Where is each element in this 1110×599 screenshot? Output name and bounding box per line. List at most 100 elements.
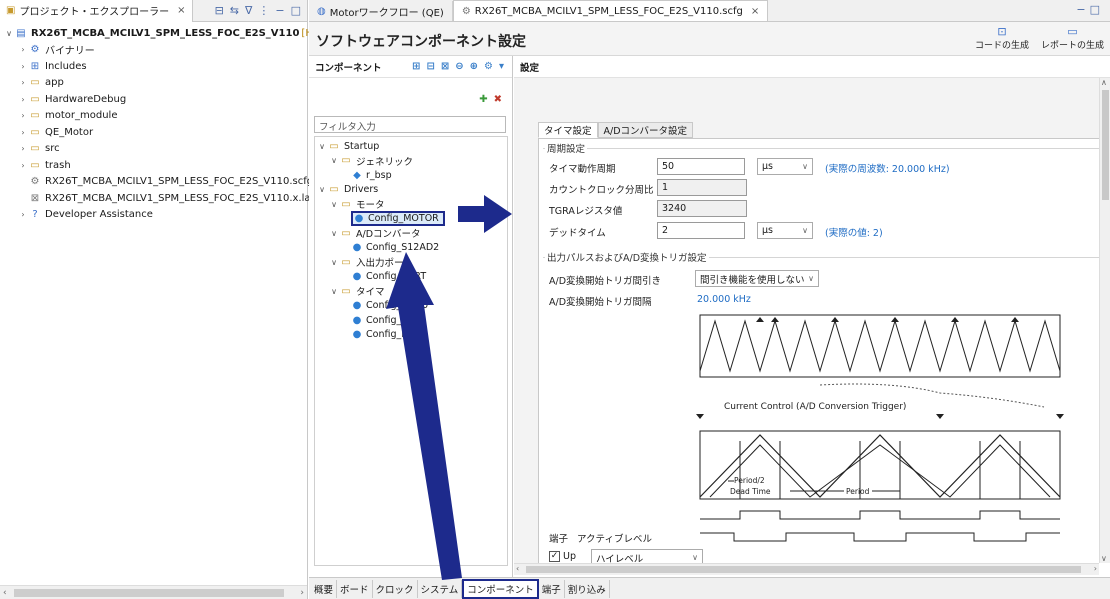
- pin-name: Up: [563, 551, 576, 562]
- scroll-right-icon[interactable]: ›: [1094, 564, 1097, 573]
- bottom-tab[interactable]: 端子: [539, 579, 565, 598]
- component-tree-item[interactable]: ∨ ▭ ジェネリック: [315, 154, 507, 169]
- dead-time-unit-select[interactable]: μs ∨: [757, 222, 813, 239]
- selected-component[interactable]: ● Config_MOTOR: [351, 211, 445, 227]
- component-tree-item[interactable]: ∨ ▭ 入出力ポート: [315, 255, 507, 270]
- component-tree-item[interactable]: ● Config_MTU0: [315, 299, 507, 314]
- maximize-icon[interactable]: □: [1090, 3, 1104, 16]
- collapse-all-icon[interactable]: ⊟: [215, 4, 224, 17]
- twisty-icon[interactable]: ›: [18, 95, 28, 104]
- scroll-thumb[interactable]: [14, 589, 284, 597]
- view-menu-icon[interactable]: ⋮: [258, 4, 269, 17]
- settings-vscrollbar[interactable]: ∧ ∨: [1099, 78, 1110, 563]
- settings-icon[interactable]: ⚙: [484, 61, 493, 72]
- explorer-item[interactable]: › ▭ app: [0, 75, 307, 92]
- folder-icon: ▭: [341, 155, 351, 167]
- scroll-thumb[interactable]: [1102, 90, 1109, 200]
- component-tree-item[interactable]: ∨ ▭ タイマ: [315, 284, 507, 299]
- scroll-right-icon[interactable]: ›: [300, 588, 304, 598]
- bottom-tab[interactable]: システム: [418, 579, 463, 598]
- explorer-item[interactable]: ∨ ▤ RX26T_MCBA_MCILV1_SPM_LESS_FOC_E2S_V11…: [0, 25, 357, 42]
- twisty-icon[interactable]: ›: [18, 128, 28, 137]
- collapse-icon[interactable]: ⊖: [455, 61, 463, 72]
- explorer-item[interactable]: › ⚙ バイナリー: [0, 42, 307, 59]
- maximize-icon[interactable]: □: [291, 4, 301, 17]
- explorer-item[interactable]: ⊠ RX26T_MCBA_MCILV1_SPM_LESS_FOC_E2S_V110…: [0, 190, 335, 207]
- add-component-icon[interactable]: ⊞: [412, 61, 420, 72]
- twisty-icon[interactable]: ›: [18, 144, 28, 153]
- tab-scfg[interactable]: ⚙ RX26T_MCBA_MCILV1_SPM_LESS_FOC_E2S_V11…: [452, 0, 769, 21]
- explorer-item[interactable]: ⚙ RX26T_MCBA_MCILV1_SPM_LESS_FOC_E2S_V110…: [0, 174, 314, 191]
- twisty-icon[interactable]: ∨: [4, 29, 14, 38]
- component-tree-item[interactable]: ∨ ▭ Startup: [315, 139, 507, 154]
- pin-checkbox[interactable]: ✓: [549, 551, 560, 562]
- component-tree-label: Config_MOTOR: [368, 213, 439, 225]
- close-icon[interactable]: ×: [751, 6, 759, 17]
- tab-project-explorer[interactable]: ▣ プロジェクト・エクスプローラー ×: [0, 0, 193, 22]
- bottom-tab[interactable]: ボード: [337, 579, 373, 598]
- close-icon[interactable]: ×: [177, 5, 185, 16]
- tab-motor-workflow[interactable]: ◍ Motorワークフロー (QE): [309, 1, 453, 21]
- component-tree-item[interactable]: ● Config_PORT: [315, 270, 507, 285]
- twisty-icon[interactable]: ›: [18, 62, 28, 71]
- twisty-icon[interactable]: ∨: [317, 142, 327, 151]
- ad-skip-select[interactable]: 間引き機能を使用しない ∨: [695, 270, 819, 287]
- explorer-item[interactable]: › ▭ HardwareDebug: [0, 91, 307, 108]
- minimize-icon[interactable]: −: [275, 4, 284, 17]
- link-editor-icon[interactable]: ⇆: [230, 4, 239, 17]
- twisty-icon[interactable]: ∨: [329, 229, 339, 238]
- explorer-item[interactable]: ›? Developer Assistance: [0, 207, 307, 224]
- import-icon[interactable]: ⊟: [426, 61, 434, 72]
- scroll-down-icon[interactable]: ∨: [1101, 554, 1107, 563]
- add-icon[interactable]: ✚: [479, 94, 487, 105]
- explorer-item[interactable]: › ▭ QE_Motor: [0, 124, 307, 141]
- generate-report-button[interactable]: ▭ レポートの生成: [1041, 25, 1104, 51]
- bottom-tab[interactable]: クロック: [373, 579, 418, 598]
- twisty-icon[interactable]: ›: [18, 210, 28, 219]
- twisty-icon[interactable]: ›: [18, 111, 28, 120]
- twisty-icon[interactable]: ∨: [329, 287, 339, 296]
- timer-period-unit-select[interactable]: μs ∨: [757, 158, 813, 175]
- generate-code-button[interactable]: ⊡ コードの生成: [975, 25, 1029, 51]
- minimize-icon[interactable]: −: [1076, 3, 1089, 16]
- twisty-icon[interactable]: ∨: [317, 185, 327, 194]
- twisty-icon[interactable]: ›: [18, 161, 28, 170]
- filter-input[interactable]: フィルタ入力: [314, 116, 506, 133]
- twisty-icon[interactable]: ∨: [329, 258, 339, 267]
- component-tree-item[interactable]: ● Config_MOTOR: [315, 211, 507, 227]
- component-tree-item[interactable]: ◆ r_bsp: [315, 168, 507, 183]
- scroll-left-icon[interactable]: ‹: [3, 588, 7, 598]
- active-level-select[interactable]: ハイレベル ∨: [591, 549, 703, 563]
- filter-icon[interactable]: ∇: [245, 4, 252, 17]
- settings-hscrollbar[interactable]: ‹ ›: [514, 563, 1099, 575]
- twisty-icon[interactable]: ∨: [329, 200, 339, 209]
- bottom-tab[interactable]: コンポーネント: [462, 578, 539, 599]
- scroll-left-icon[interactable]: ‹: [516, 564, 519, 573]
- explorer-item[interactable]: › ▭ src: [0, 141, 307, 158]
- component-tree-item[interactable]: ∨ ▭ Drivers: [315, 183, 507, 198]
- scroll-thumb[interactable]: [526, 566, 1081, 573]
- export-icon[interactable]: ⊠: [441, 61, 449, 72]
- remove-icon[interactable]: ✖: [494, 94, 502, 105]
- explorer-item[interactable]: › ▭ motor_module: [0, 108, 307, 125]
- component-tree-item[interactable]: ∨ ▭ モータ: [315, 197, 507, 212]
- timer-period-field[interactable]: 50: [657, 158, 745, 175]
- explorer-hscrollbar[interactable]: ‹ ›: [0, 585, 307, 599]
- explorer-item[interactable]: › ⊞ Includes: [0, 58, 307, 75]
- explorer-item[interactable]: › ▭ trash: [0, 157, 307, 174]
- chevron-down-icon[interactable]: ▾: [499, 61, 504, 72]
- component-tree-item[interactable]: ● Config_CMT: [315, 313, 507, 328]
- twisty-icon[interactable]: ›: [18, 45, 28, 54]
- expand-icon[interactable]: ⊕: [470, 61, 478, 72]
- tab-timer-settings[interactable]: タイマ設定: [538, 122, 598, 138]
- bottom-tab[interactable]: 割り込み: [565, 579, 610, 598]
- dead-time-field[interactable]: 2: [657, 222, 745, 239]
- component-tree-item[interactable]: ∨ ▭ A/Dコンバータ: [315, 226, 507, 241]
- scroll-up-icon[interactable]: ∧: [1101, 78, 1107, 87]
- component-tree-item[interactable]: ● Config_POE: [315, 328, 507, 343]
- tab-adc-settings[interactable]: A/Dコンバータ設定: [597, 122, 694, 138]
- bottom-tab[interactable]: 概要: [311, 579, 338, 598]
- twisty-icon[interactable]: ›: [18, 78, 28, 87]
- twisty-icon[interactable]: ∨: [329, 156, 339, 165]
- component-tree-item[interactable]: ● Config_S12AD2: [315, 241, 507, 256]
